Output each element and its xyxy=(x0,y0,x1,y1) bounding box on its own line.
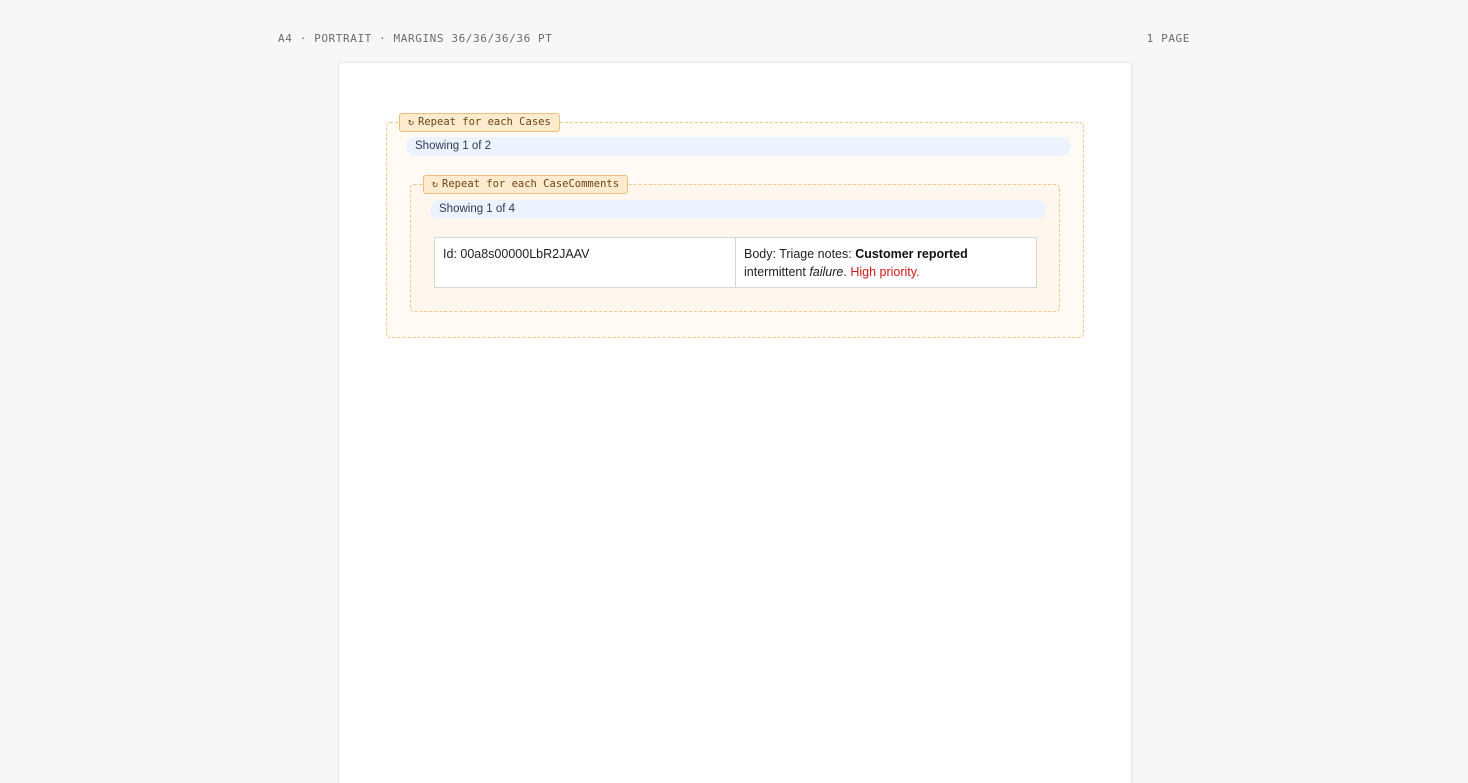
page-spec-label: A4 · PORTRAIT · MARGINS 36/36/36/36 PT xyxy=(278,32,553,45)
repeat-block-cases[interactable]: ↻ Repeat for each Cases Showing 1 of 2 ↻ R… xyxy=(386,113,1084,338)
page-count-label: 1 PAGE xyxy=(1146,32,1190,45)
body-italic-text: failure xyxy=(809,265,844,279)
body-end-text: . xyxy=(916,265,920,279)
repeat-block-casecomments[interactable]: ↻ Repeat for each CaseComments Showing 1 … xyxy=(410,175,1060,312)
repeat-tag-casecomments[interactable]: ↻ Repeat for each CaseComments xyxy=(423,175,629,194)
repeat-tag-label: Repeat for each Cases xyxy=(418,116,551,128)
body-plain-text: Triage notes: xyxy=(779,247,856,261)
document-page: ↻ Repeat for each Cases Showing 1 of 2 ↻ R… xyxy=(338,62,1132,783)
table-row: Id: 00a8s00000LbR2JAAV Body: Triage note… xyxy=(434,237,1037,288)
showing-indicator-cases: Showing 1 of 2 xyxy=(406,137,1071,156)
body-cell[interactable]: Body: Triage notes: Customer reported int… xyxy=(736,238,1036,287)
showing-indicator-casecomments: Showing 1 of 4 xyxy=(430,200,1047,219)
repeat-tag-label: Repeat for each CaseComments xyxy=(442,178,620,190)
id-label: Id: xyxy=(443,247,461,261)
body-label: Body: xyxy=(744,247,780,261)
loop-icon: ↻ xyxy=(432,179,439,190)
loop-icon: ↻ xyxy=(408,117,415,128)
body-red-text: High priority xyxy=(850,265,917,279)
id-value: 00a8s00000LbR2JAAV xyxy=(460,247,590,261)
body-bold-text: Customer reported xyxy=(855,247,968,261)
document-toolbar: A4 · PORTRAIT · MARGINS 36/36/36/36 PT 1… xyxy=(278,32,1190,48)
repeat-tag-cases[interactable]: ↻ Repeat for each Cases xyxy=(399,113,560,132)
id-cell[interactable]: Id: 00a8s00000LbR2JAAV xyxy=(435,238,736,287)
body-mid-text: intermittent xyxy=(744,265,810,279)
